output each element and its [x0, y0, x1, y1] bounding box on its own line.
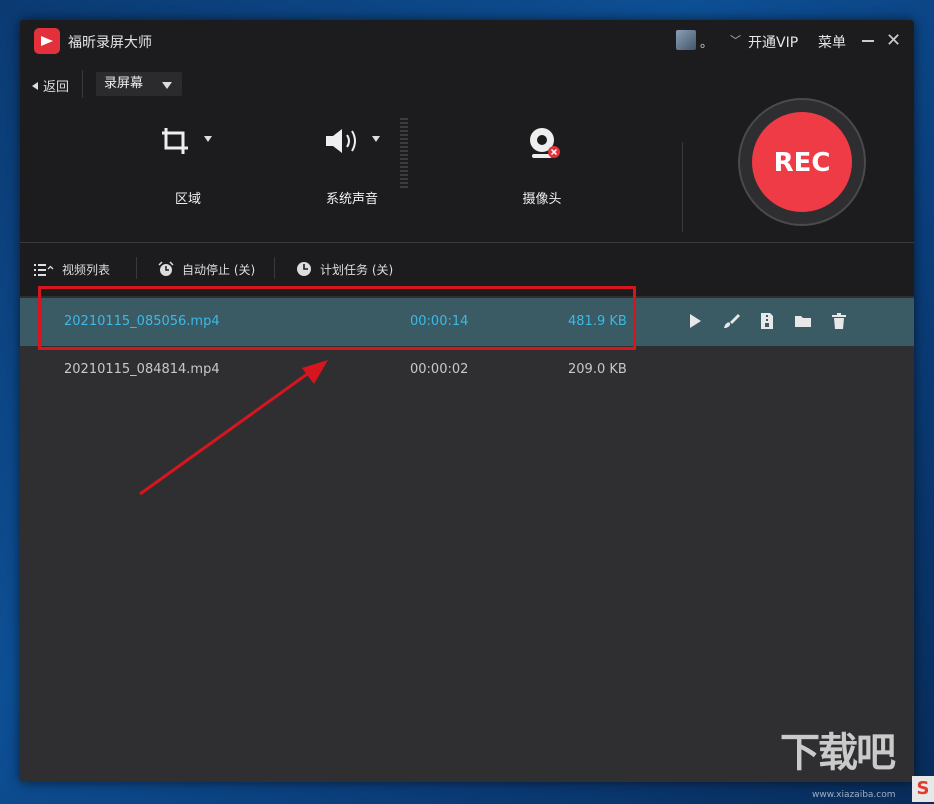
chevron-down-icon[interactable]: ﹀	[730, 32, 741, 48]
video-list-label: 视频列表	[62, 263, 111, 277]
file-size: 209.0 KB	[568, 362, 627, 377]
alarm-clock-icon	[158, 261, 174, 276]
minimize-icon[interactable]	[862, 40, 874, 42]
webcam-icon	[530, 128, 560, 158]
trash-icon[interactable]	[830, 312, 848, 330]
divider	[274, 257, 275, 279]
camera-label: 摄像头	[522, 192, 562, 207]
rec-button[interactable]: REC	[738, 98, 866, 226]
title-bar: 福昕录屏大师 。 ﹀ 开通VIP 菜单 ✕	[20, 20, 914, 62]
file-duration: 00:00:02	[410, 362, 469, 377]
auto-stop-label: 自动停止 (关)	[182, 263, 256, 277]
compress-file-icon[interactable]	[758, 312, 776, 330]
open-vip-button[interactable]: 开通VIP	[748, 32, 798, 52]
area-label: 区域	[174, 192, 201, 207]
list-icon	[34, 264, 54, 276]
close-icon[interactable]: ✕	[886, 32, 901, 50]
folder-icon[interactable]	[794, 312, 812, 330]
speaker-icon	[326, 129, 356, 153]
auto-stop-button[interactable]: 自动停止 (关)	[158, 261, 255, 278]
app-title: 福昕录屏大师	[68, 35, 152, 51]
sound-caret-icon[interactable]	[372, 136, 380, 142]
edit-brush-icon[interactable]	[722, 312, 740, 330]
app-logo-icon	[34, 28, 60, 54]
system-sound-label: 系统声音	[325, 192, 378, 207]
menu-button[interactable]: 菜单	[818, 32, 846, 52]
annotation-highlight-box	[38, 286, 636, 350]
user-avatar[interactable]	[676, 30, 696, 50]
rec-label: REC	[773, 148, 831, 178]
file-name: 20210115_084814.mp4	[64, 362, 220, 377]
crop-icon	[162, 128, 188, 154]
divider	[136, 257, 137, 279]
back-button[interactable]: 返回	[32, 76, 69, 95]
schedule-task-button[interactable]: 计划任务 (关)	[296, 261, 393, 278]
record-mode-label: 录屏幕	[104, 76, 144, 91]
schedule-task-label: 计划任务 (关)	[320, 263, 394, 277]
record-mode-dropdown[interactable]: 录屏幕	[96, 72, 182, 96]
clock-icon	[297, 262, 311, 276]
area-caret-icon[interactable]	[204, 136, 212, 142]
watermark-logo: 下载吧	[780, 730, 896, 776]
rec-button-face: REC	[752, 112, 852, 212]
video-list-toggle[interactable]: 视频列表	[34, 261, 110, 278]
volume-meter	[400, 118, 408, 188]
watermark-url: www.xiazaiba.com	[812, 790, 896, 800]
watermark-s-logo: S	[912, 776, 934, 802]
account-name[interactable]: 。	[700, 32, 713, 51]
play-icon[interactable]	[686, 312, 704, 330]
back-arrow-icon	[32, 82, 38, 90]
divider	[682, 142, 683, 232]
app-window: 福昕录屏大师 。 ﹀ 开通VIP 菜单 ✕ 返回 录屏幕 区域 系统声音 摄像头…	[20, 20, 914, 782]
list-item[interactable]: 20210115_084814.mp4 00:00:02 209.0 KB	[20, 346, 914, 394]
divider	[82, 70, 83, 98]
back-label: 返回	[43, 80, 70, 95]
caret-down-icon	[162, 82, 172, 89]
recording-list: 20210115_085056.mp4 00:00:14 481.9 KB 20…	[20, 296, 914, 782]
